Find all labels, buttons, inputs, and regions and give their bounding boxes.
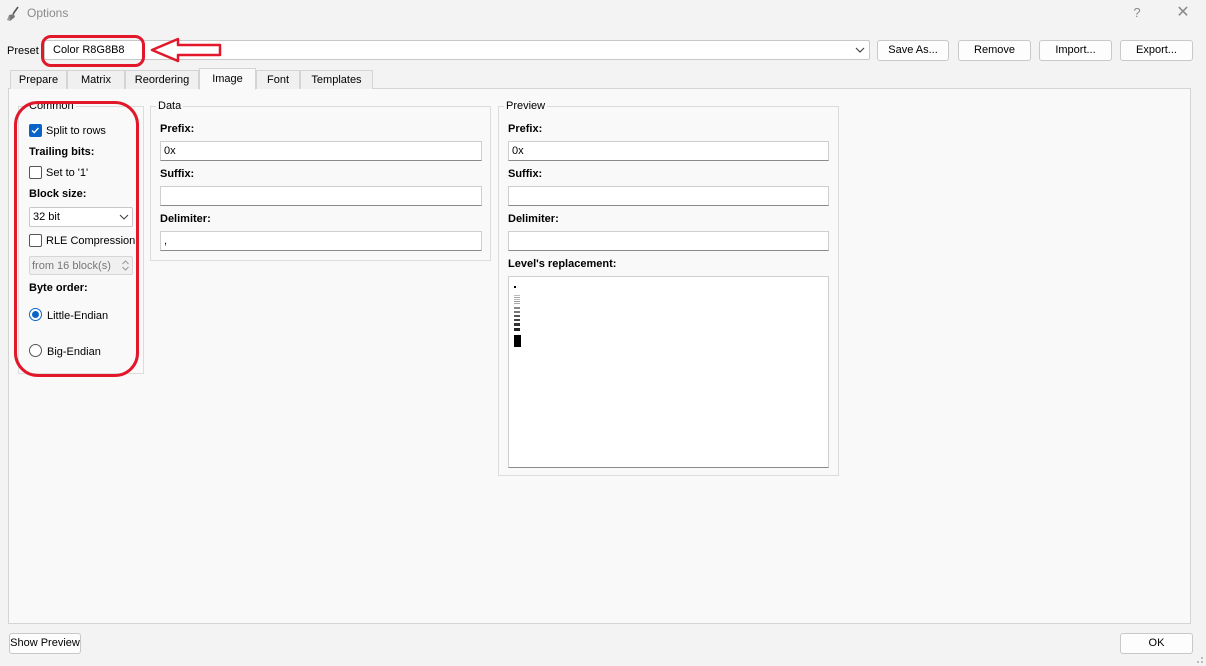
preview-suffix-label: Suffix:	[508, 168, 543, 180]
tab-matrix[interactable]: Matrix	[67, 70, 125, 89]
ok-button[interactable]: OK	[1120, 633, 1193, 654]
export-button[interactable]: Export...	[1120, 40, 1193, 61]
show-preview-button[interactable]: Show Preview	[9, 633, 81, 654]
levels-replacement-label: Level's replacement:	[508, 258, 617, 270]
data-delimiter-label: Delimiter:	[160, 213, 211, 225]
import-button[interactable]: Import...	[1039, 40, 1112, 61]
left-arrow-annotation	[150, 37, 222, 63]
common-group-highlight-annotation	[14, 101, 139, 377]
chevron-down-icon	[855, 47, 865, 53]
data-suffix-input[interactable]	[160, 186, 482, 206]
tab-image[interactable]: Image	[199, 68, 256, 90]
preview-prefix-input[interactable]: 0x	[508, 141, 829, 161]
preview-prefix-label: Prefix:	[508, 123, 543, 135]
data-prefix-label: Prefix:	[160, 123, 195, 135]
levels-replacement-textarea[interactable]	[508, 276, 829, 468]
preview-delimiter-label: Delimiter:	[508, 213, 559, 225]
remove-button[interactable]: Remove	[958, 40, 1031, 61]
title-bar: Options ? ✕	[0, 0, 1206, 28]
help-button[interactable]: ?	[1122, 0, 1152, 26]
preset-label: Preset	[7, 45, 39, 57]
data-suffix-label: Suffix:	[160, 168, 195, 180]
data-delimiter-input[interactable]: ,	[160, 231, 482, 251]
preset-highlight-annotation	[41, 35, 145, 67]
tab-reordering[interactable]: Reordering	[125, 70, 199, 89]
preview-delimiter-input[interactable]	[508, 231, 829, 251]
data-prefix-input[interactable]: 0x	[160, 141, 482, 161]
tab-prepare[interactable]: Prepare	[10, 70, 67, 89]
preview-group-title: Preview	[504, 100, 548, 112]
close-button[interactable]: ✕	[1168, 0, 1198, 26]
resize-grip-icon[interactable]	[1192, 652, 1204, 664]
data-group-title: Data	[156, 100, 184, 112]
tab-templates[interactable]: Templates	[300, 70, 373, 89]
tab-font[interactable]: Font	[256, 70, 300, 89]
broom-icon	[7, 6, 19, 21]
levels-gradient-glyphs	[514, 286, 521, 347]
preview-suffix-input[interactable]	[508, 186, 829, 206]
save-as-button[interactable]: Save As...	[877, 40, 949, 61]
window-title: Options	[27, 6, 69, 20]
